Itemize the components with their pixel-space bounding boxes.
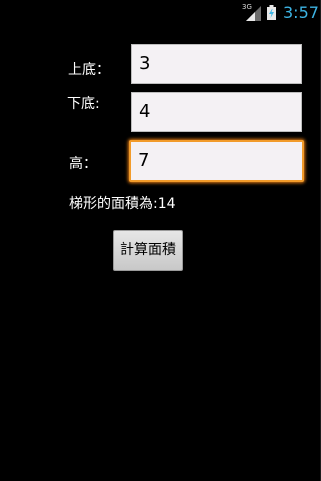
clock-time: 3:57 [283,3,319,22]
status-bar: 3G 3:57 [0,0,321,25]
height-label: 高： [69,156,97,172]
calculate-area-button[interactable]: 計算面積 [113,230,183,271]
height-input[interactable]: 7 [129,140,304,182]
app-screen: 3G 3:57 上底： 3 下底: 4 高： 7 梯形的面積為:14 計算面積 [0,0,321,481]
top-base-label: 上底： [68,62,110,78]
signal-bars-icon [246,6,261,21]
battery-charging-icon [267,5,276,20]
bottom-base-label: 下底: [67,96,100,112]
top-base-input[interactable]: 3 [131,44,302,84]
area-result-text: 梯形的面積為:14 [69,196,176,212]
bottom-base-input[interactable]: 4 [131,92,302,132]
